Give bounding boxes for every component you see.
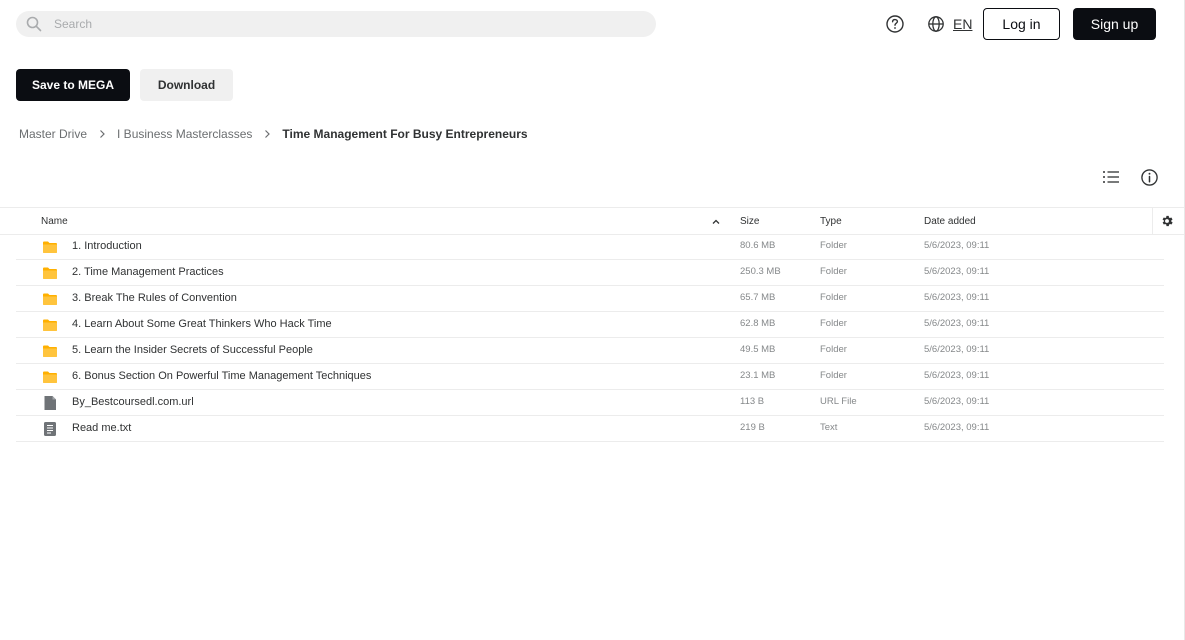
save-to-mega-button[interactable]: Save to MEGA (16, 69, 130, 101)
language-selector[interactable]: EN (927, 14, 972, 34)
file-name: 2. Time Management Practices (72, 266, 224, 278)
folder-icon (43, 371, 57, 383)
column-header-type[interactable]: Type (820, 216, 842, 227)
file-type: Folder (820, 240, 847, 251)
sort-ascending-icon[interactable] (711, 217, 721, 227)
date-added: 5/6/2023, 09:11 (924, 344, 990, 355)
folder-icon (43, 241, 57, 253)
file-size: 80.6 MB (740, 240, 776, 251)
date-added: 5/6/2023, 09:11 (924, 318, 990, 329)
folder-icon (43, 319, 57, 331)
date-added: 5/6/2023, 09:11 (924, 396, 990, 407)
file-name: 1. Introduction (72, 240, 142, 252)
file-size: 250.3 MB (740, 266, 781, 277)
file-type: Text (820, 422, 838, 433)
date-added: 5/6/2023, 09:11 (924, 422, 990, 433)
language-label[interactable]: EN (953, 16, 972, 32)
breadcrumb-item[interactable]: I Business Masterclasses (117, 127, 252, 141)
table-row[interactable]: 6. Bonus Section On Powerful Time Manage… (16, 364, 1164, 390)
file-type: Folder (820, 266, 847, 277)
file-type: Folder (820, 370, 847, 381)
help-icon[interactable] (885, 14, 905, 34)
login-button[interactable]: Log in (983, 8, 1060, 40)
file-name: 5. Learn the Insider Secrets of Successf… (72, 344, 313, 356)
file-size: 65.7 MB (740, 292, 776, 303)
signup-button[interactable]: Sign up (1073, 8, 1156, 40)
date-added: 5/6/2023, 09:11 (924, 292, 990, 303)
table-row[interactable]: 3. Break The Rules of Convention 65.7 MB… (16, 286, 1164, 312)
table-row[interactable]: By_Bestcoursedl.com.url 113 B URL File 5… (16, 390, 1164, 416)
file-name: 3. Break The Rules of Convention (72, 292, 237, 304)
folder-icon (43, 267, 57, 279)
file-name: 6. Bonus Section On Powerful Time Manage… (72, 370, 372, 382)
chevron-right-icon (252, 129, 282, 139)
chevron-right-icon (87, 129, 117, 139)
table-row[interactable]: Read me.txt 219 B Text 5/6/2023, 09:11 (16, 416, 1164, 442)
breadcrumb-item[interactable]: Master Drive (19, 127, 87, 141)
file-type: Folder (820, 292, 847, 303)
gear-icon[interactable] (1160, 214, 1174, 228)
text-file-icon (44, 422, 56, 436)
info-icon[interactable] (1140, 168, 1159, 187)
file-size: 219 B (740, 422, 765, 433)
file-type: URL File (820, 396, 857, 407)
table-row[interactable]: 4. Learn About Some Great Thinkers Who H… (16, 312, 1164, 338)
download-button[interactable]: Download (140, 69, 233, 101)
column-header-name[interactable]: Name (41, 216, 68, 227)
file-type: Folder (820, 344, 847, 355)
folder-icon (43, 345, 57, 357)
file-name: By_Bestcoursedl.com.url (72, 396, 194, 408)
breadcrumb: Master Drive I Business Masterclasses Ti… (19, 127, 528, 141)
file-size: 62.8 MB (740, 318, 776, 329)
file-type: Folder (820, 318, 847, 329)
page: EN Log in Sign up Save to MEGA Download … (0, 0, 1185, 640)
search-bar[interactable] (16, 11, 656, 37)
column-header-date[interactable]: Date added (924, 216, 976, 227)
file-size: 49.5 MB (740, 344, 776, 355)
file-list: 1. Introduction 80.6 MB Folder 5/6/2023,… (16, 234, 1164, 442)
table-row[interactable]: 2. Time Management Practices 250.3 MB Fo… (16, 260, 1164, 286)
date-added: 5/6/2023, 09:11 (924, 240, 990, 251)
table-row[interactable]: 1. Introduction 80.6 MB Folder 5/6/2023,… (16, 234, 1164, 260)
list-view-icon[interactable] (1101, 167, 1121, 187)
column-divider (1152, 208, 1153, 235)
table-header: Name Size Type Date added (0, 207, 1184, 235)
globe-icon (928, 16, 944, 32)
date-added: 5/6/2023, 09:11 (924, 370, 990, 381)
breadcrumb-current: Time Management For Busy Entrepreneurs (282, 127, 528, 141)
file-name: 4. Learn About Some Great Thinkers Who H… (72, 318, 332, 330)
folder-icon (43, 293, 57, 305)
date-added: 5/6/2023, 09:11 (924, 266, 990, 277)
generic-file-icon (44, 396, 56, 410)
column-header-size[interactable]: Size (740, 216, 759, 227)
search-input[interactable] (54, 17, 614, 31)
table-row[interactable]: 5. Learn the Insider Secrets of Successf… (16, 338, 1164, 364)
file-size: 113 B (740, 396, 765, 407)
search-icon (26, 16, 42, 32)
file-name: Read me.txt (72, 422, 132, 434)
file-size: 23.1 MB (740, 370, 776, 381)
